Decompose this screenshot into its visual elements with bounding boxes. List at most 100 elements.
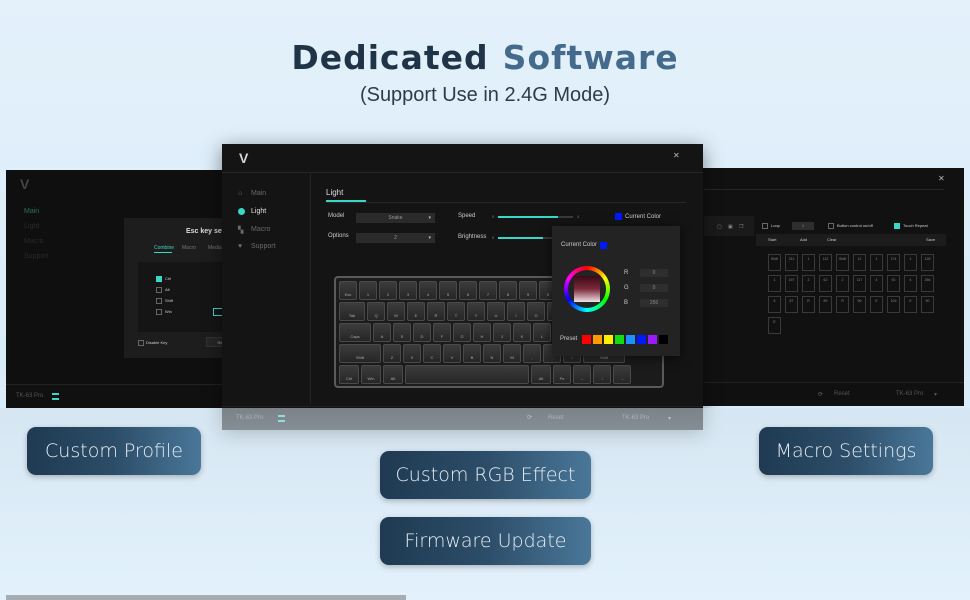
key[interactable]: ←: [573, 365, 591, 384]
key[interactable]: A: [373, 323, 391, 342]
reset-button[interactable]: Reset: [834, 391, 850, 397]
key[interactable]: Tab: [339, 302, 365, 321]
key[interactable]: Alt: [531, 365, 551, 384]
button-control-checkbox[interactable]: [828, 223, 834, 229]
key[interactable]: 8: [499, 281, 517, 300]
macro-event-cell[interactable]: E: [904, 296, 917, 313]
macro-event-cell[interactable]: 90: [921, 296, 934, 313]
sidebar-item-macro[interactable]: Macro: [24, 238, 43, 245]
sidebar-item-main[interactable]: Main: [24, 208, 39, 215]
key[interactable]: F: [433, 323, 451, 342]
r-input[interactable]: 0: [640, 269, 668, 277]
preset-swatch[interactable]: [615, 335, 624, 344]
shift-checkbox[interactable]: [156, 298, 162, 304]
touch-repeat-checkbox[interactable]: [894, 223, 900, 229]
import-icon[interactable]: ▣: [728, 224, 733, 230]
key[interactable]: U: [487, 302, 505, 321]
key[interactable]: Win: [361, 365, 381, 384]
key[interactable]: W: [387, 302, 405, 321]
key[interactable]: B: [463, 344, 481, 363]
reset-icon[interactable]: ⟳: [818, 391, 823, 398]
macro-event-cell[interactable]: R: [802, 296, 815, 313]
options-select[interactable]: 2 ▾: [356, 233, 435, 243]
key[interactable]: Y: [467, 302, 485, 321]
key[interactable]: Fn: [553, 365, 571, 384]
key[interactable]: I: [507, 302, 525, 321]
disable-key-checkbox[interactable]: [138, 340, 144, 346]
macro-event-cell[interactable]: 5: [768, 296, 781, 313]
key[interactable]: H: [473, 323, 491, 342]
key[interactable]: 7: [479, 281, 497, 300]
sidebar-item-light[interactable]: Light: [24, 223, 39, 230]
key[interactable]: T: [447, 302, 465, 321]
key[interactable]: O: [527, 302, 545, 321]
alt-checkbox[interactable]: [156, 287, 162, 293]
key[interactable]: D: [413, 323, 431, 342]
add-button[interactable]: Add: [800, 237, 807, 242]
macro-event-cell[interactable]: 211: [785, 254, 798, 271]
b-input[interactable]: 256: [640, 299, 668, 307]
macro-event-cell[interactable]: 4: [904, 275, 917, 292]
dialog-tab-combine[interactable]: Combine: [154, 245, 174, 251]
macro-event-cell[interactable]: 4: [870, 275, 883, 292]
key[interactable]: Q: [367, 302, 385, 321]
preset-swatch[interactable]: [648, 335, 657, 344]
macro-event-cell[interactable]: 197: [785, 275, 798, 292]
color-square[interactable]: [574, 276, 600, 302]
macro-event-cell[interactable]: Shift: [768, 254, 781, 271]
key[interactable]: S: [393, 323, 411, 342]
g-input[interactable]: 0: [640, 284, 668, 292]
preset-swatch[interactable]: [604, 335, 613, 344]
key[interactable]: ,: [523, 344, 541, 363]
macro-event-cell[interactable]: 1: [904, 254, 917, 271]
loop-count-input[interactable]: 1: [792, 222, 814, 230]
speed-slider[interactable]: [498, 216, 573, 218]
key[interactable]: 9: [519, 281, 537, 300]
key[interactable]: Shift: [339, 344, 381, 363]
chevron-down-icon[interactable]: ▾: [934, 391, 937, 398]
current-color-swatch[interactable]: [615, 213, 622, 220]
copy-icon[interactable]: ❐: [739, 224, 743, 230]
macro-event-cell[interactable]: 266: [921, 275, 934, 292]
key[interactable]: Caps: [339, 323, 371, 342]
macro-event-cell[interactable]: 117: [853, 275, 866, 292]
key[interactable]: Z: [383, 344, 401, 363]
win-checkbox[interactable]: [156, 309, 162, 315]
key[interactable]: N: [483, 344, 501, 363]
preset-swatch[interactable]: [637, 335, 646, 344]
sidebar-item-main[interactable]: ⌂ Main: [238, 190, 266, 197]
dialog-tab-macro[interactable]: Macro: [182, 245, 196, 251]
preset-swatch[interactable]: [659, 335, 668, 344]
loop-checkbox[interactable]: [762, 223, 768, 229]
close-icon[interactable]: ✕: [938, 174, 945, 183]
model-select[interactable]: Snake ▾: [356, 213, 435, 223]
preset-swatch[interactable]: [582, 335, 591, 344]
macro-event-cell[interactable]: 2: [836, 275, 849, 292]
key[interactable]: Esc: [339, 281, 357, 300]
key[interactable]: Ctrl: [339, 365, 359, 384]
start-button[interactable]: Start: [768, 237, 776, 242]
key[interactable]: 2: [379, 281, 397, 300]
key[interactable]: 3: [399, 281, 417, 300]
key[interactable]: 1: [359, 281, 377, 300]
macro-event-cell[interactable]: 89: [819, 296, 832, 313]
key[interactable]: X: [403, 344, 421, 363]
macro-event-cell[interactable]: E: [870, 296, 883, 313]
macro-event-cell[interactable]: 128: [921, 254, 934, 271]
macro-event-cell[interactable]: 112: [819, 254, 832, 271]
save-button[interactable]: Save: [926, 237, 935, 242]
macro-event-cell[interactable]: E: [768, 317, 781, 334]
dialog-tab-media[interactable]: Media: [208, 245, 222, 251]
preset-swatch[interactable]: [593, 335, 602, 344]
macro-event-cell[interactable]: 1: [802, 254, 815, 271]
sidebar-item-light[interactable]: Light: [238, 208, 266, 215]
sidebar-item-support[interactable]: Support: [24, 253, 49, 260]
macro-event-cell[interactable]: 96: [853, 296, 866, 313]
key[interactable]: R: [427, 302, 445, 321]
sidebar-item-support[interactable]: ♥ Support: [238, 243, 276, 250]
macro-event-cell[interactable]: 2: [802, 275, 815, 292]
key[interactable]: 5: [439, 281, 457, 300]
tab-light[interactable]: Light: [326, 188, 343, 197]
key[interactable]: Alt: [383, 365, 403, 384]
sidebar-item-macro[interactable]: ▚ Macro: [238, 226, 270, 234]
